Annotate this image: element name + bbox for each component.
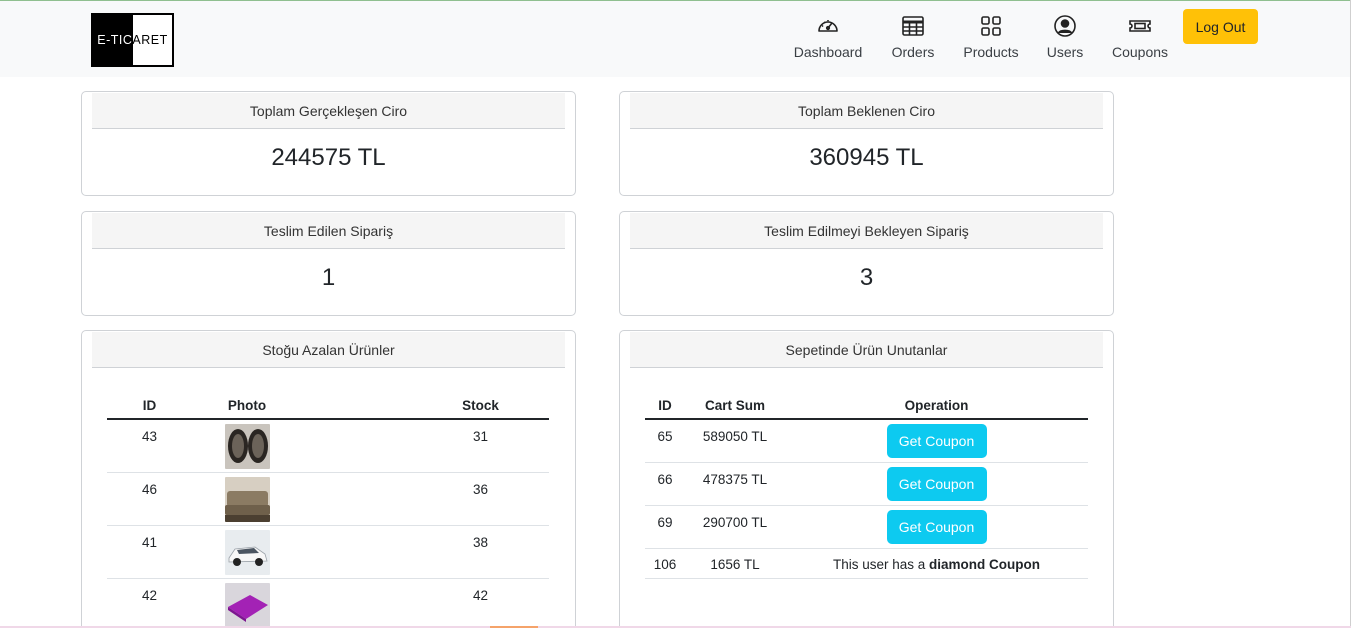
product-photo: [192, 525, 302, 579]
expected-revenue-card: Toplam Beklenen Ciro 360945 TL: [619, 91, 1114, 196]
product-photo: [192, 419, 302, 473]
card-value: 244575 TL: [271, 144, 386, 171]
sofa-photo: [224, 477, 270, 522]
grid-icon: [981, 16, 1001, 36]
table-row[interactable]: 43 31: [107, 419, 549, 473]
row-id: 43: [107, 419, 192, 473]
nav-label: Orders: [891, 44, 935, 60]
table-row[interactable]: 46 36: [107, 472, 549, 526]
row-cart-sum: 1656 TL: [685, 548, 785, 579]
card-title: Teslim Edilmeyi Bekleyen Sipariş: [630, 213, 1103, 249]
row-id: 41: [107, 525, 192, 579]
nav-label: Dashboard: [793, 44, 863, 60]
table-row: 69 290700 TL Get Coupon: [645, 505, 1088, 549]
row-id: 66: [645, 462, 685, 506]
pending-orders-card: Teslim Edilmeyi Bekleyen Sipariş 3: [619, 211, 1114, 316]
speedometer-icon: [818, 20, 838, 32]
card-title: Toplam Beklenen Ciro: [630, 93, 1103, 129]
nav-coupons[interactable]: Coupons: [1110, 14, 1170, 64]
ticket-icon: [1129, 20, 1151, 32]
logo-text-right: ARET: [132, 33, 168, 47]
navbar: E-TIC ARET Dashboard Orders Products Use…: [0, 1, 1350, 77]
card-value: 1: [321, 264, 336, 291]
table-row: 65 589050 TL Get Coupon: [645, 419, 1088, 463]
card-title: Toplam Gerçekleşen Ciro: [92, 93, 565, 129]
card-title: Sepetinde Ürün Unutanlar: [630, 332, 1103, 368]
table-row: 66 478375 TL Get Coupon: [645, 462, 1088, 506]
row-stock: 38: [302, 525, 549, 579]
get-coupon-button[interactable]: Get Coupon: [886, 509, 987, 544]
row-stock: 36: [302, 472, 549, 526]
card-title: Teslim Edilen Sipariş: [92, 213, 565, 249]
row-cart-sum: 478375 TL: [685, 462, 785, 506]
coupon-status-level: diamond Coupon: [929, 556, 1041, 572]
coupon-status: This user has a diamond Coupon: [785, 548, 1088, 579]
nav-label: Products: [963, 44, 1019, 60]
column-header: Stock: [302, 391, 549, 420]
column-header: ID: [107, 391, 192, 420]
card-value: 360945 TL: [809, 144, 924, 171]
row-id: 65: [645, 419, 685, 463]
abandoned-carts-card: Sepetinde Ürün Unutanlar ID Cart Sum Ope…: [619, 330, 1114, 628]
get-coupon-button[interactable]: Get Coupon: [886, 466, 987, 501]
row-id: 69: [645, 505, 685, 549]
row-cart-sum: 589050 TL: [685, 419, 785, 463]
column-header: Photo: [192, 391, 302, 420]
purple-mat-photo: [224, 583, 270, 628]
table-icon: [902, 16, 924, 36]
table-header-row: ID Photo Stock: [107, 391, 549, 420]
column-header: Operation: [785, 391, 1088, 420]
table-row[interactable]: 42 42: [107, 578, 549, 628]
low-stock-card: Stoğu Azalan Ürünler ID Photo Stock 43 3…: [81, 330, 576, 628]
nav-label: Users: [1046, 44, 1084, 60]
nav-dashboard[interactable]: Dashboard: [793, 14, 863, 64]
row-stock: 42: [302, 578, 549, 628]
table-row[interactable]: 41 38: [107, 525, 549, 579]
nav-label: Coupons: [1111, 44, 1169, 60]
brand-logo[interactable]: E-TIC ARET: [91, 13, 174, 67]
mirrors-photo: [224, 424, 270, 469]
table-row: 106 1656 TL This user has a diamond Coup…: [645, 548, 1088, 579]
car-photo: [224, 530, 270, 575]
delivered-orders-card: Teslim Edilen Sipariş 1: [81, 211, 576, 316]
column-header: Cart Sum: [685, 391, 785, 420]
row-id: 46: [107, 472, 192, 526]
row-stock: 31: [302, 419, 549, 473]
card-title: Stoğu Azalan Ürünler: [92, 332, 565, 368]
realized-revenue-card: Toplam Gerçekleşen Ciro 244575 TL: [81, 91, 576, 196]
column-header: ID: [645, 391, 685, 420]
row-id: 42: [107, 578, 192, 628]
nav-users[interactable]: Users: [1043, 14, 1087, 64]
product-photo: [192, 472, 302, 526]
row-cart-sum: 290700 TL: [685, 505, 785, 549]
low-stock-table: ID Photo Stock 43 31 46 36 41 38 42 42: [107, 391, 549, 628]
row-id: 106: [645, 548, 685, 579]
get-coupon-button[interactable]: Get Coupon: [886, 424, 987, 458]
person-circle-icon: [1054, 15, 1076, 37]
logout-button[interactable]: Log Out: [1183, 9, 1258, 44]
nav-products[interactable]: Products: [961, 14, 1021, 64]
nav-orders[interactable]: Orders: [886, 14, 940, 64]
card-value: 3: [859, 264, 874, 291]
coupon-status-prefix: This user has a: [832, 556, 926, 572]
logo-text-left: E-TIC: [97, 33, 133, 47]
abandoned-carts-table: ID Cart Sum Operation 65 589050 TL Get C…: [645, 391, 1088, 579]
product-photo: [192, 578, 302, 628]
table-header-row: ID Cart Sum Operation: [645, 391, 1088, 420]
